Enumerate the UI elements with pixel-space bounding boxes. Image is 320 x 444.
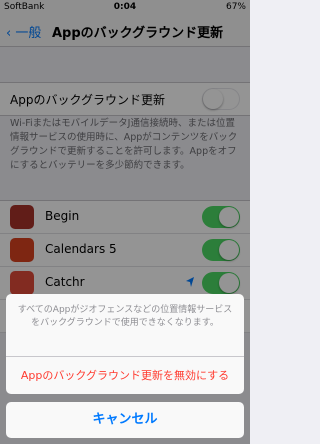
disable-refresh-button[interactable]: Appのバックグラウンド更新を無効にする (6, 357, 244, 394)
action-sheet-message: すべてのAppがジオフェンスなどの位置情報サービスをバックグラウンドで使用できな… (17, 305, 233, 328)
cancel-button[interactable]: キャンセル (6, 402, 244, 438)
action-sheet: すべてのAppがジオフェンスなどの位置情報サービスをバックグラウンドで使用できな… (6, 294, 244, 394)
